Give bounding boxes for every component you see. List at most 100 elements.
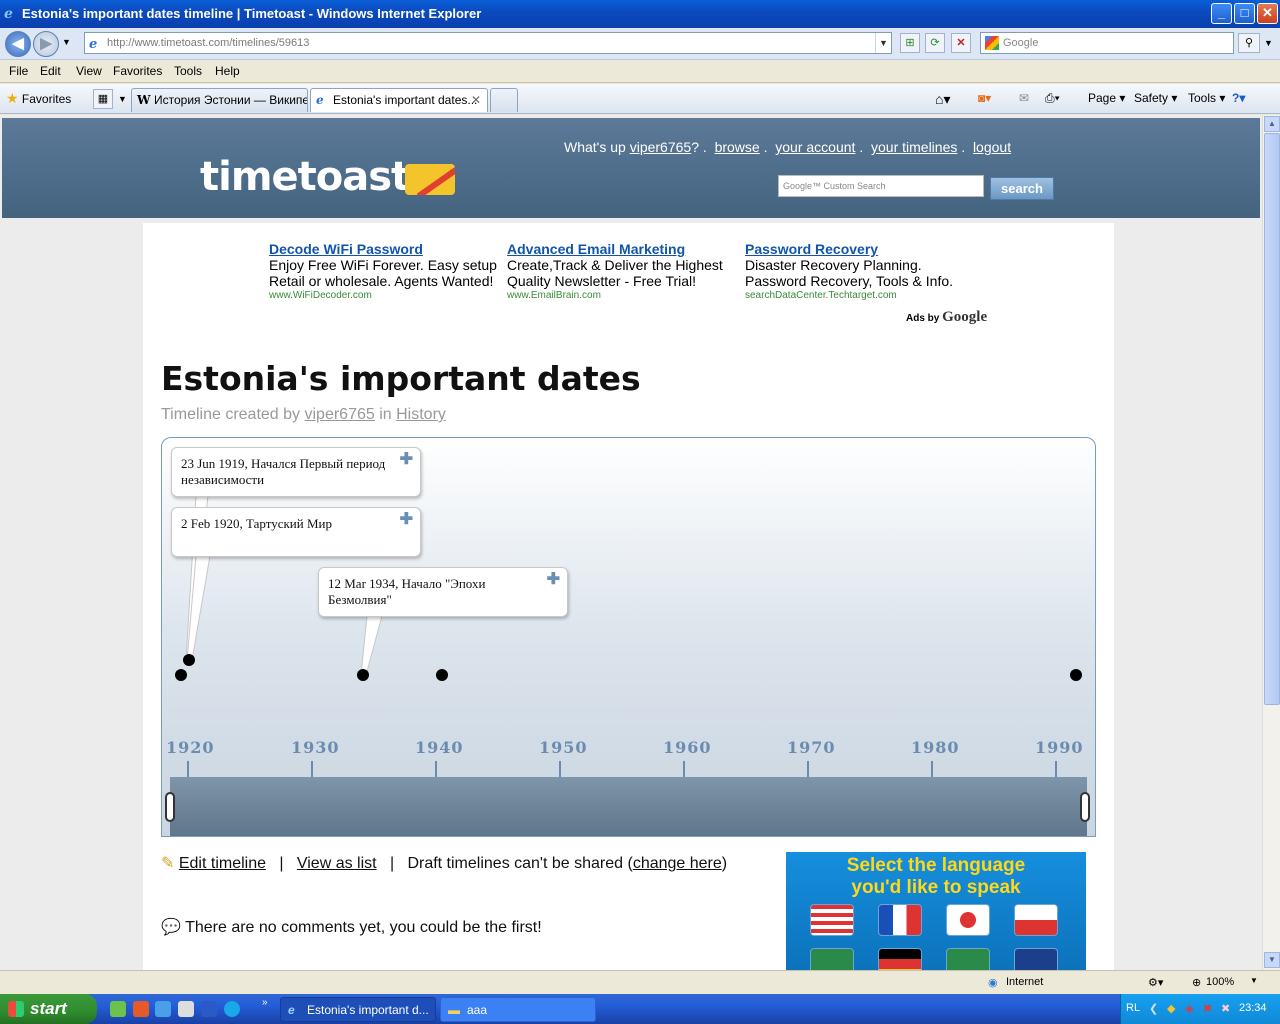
compatibility-icon[interactable]: ⊞ <box>900 33 920 53</box>
quicklaunch-word-icon[interactable] <box>201 1001 217 1017</box>
expand-icon[interactable]: ✚ <box>400 512 413 528</box>
vertical-scrollbar[interactable]: ▲ ▼ <box>1262 115 1280 970</box>
language-indicator[interactable]: RL <box>1126 1002 1140 1014</box>
page-menu[interactable]: Page ▾ <box>1088 91 1125 105</box>
maximize-button[interactable]: □ <box>1234 3 1255 24</box>
edit-timeline-link[interactable]: Edit timeline <box>179 855 266 872</box>
quicklaunch-media-icon[interactable] <box>178 1001 194 1017</box>
tray-sound-icon[interactable]: ✖ <box>1221 1002 1230 1015</box>
menu-tools[interactable]: Tools <box>174 64 202 78</box>
us-flag-icon <box>810 904 854 936</box>
quick-tabs-icon[interactable]: ▦ <box>93 89 113 109</box>
event-bubble[interactable]: 23 Jun 1919, Начался Первый период незав… <box>171 447 421 497</box>
language-ad[interactable]: Select the language you'd like to speak <box>786 852 1086 970</box>
search-icon[interactable]: ⚲ <box>1238 33 1260 53</box>
range-end-handle[interactable] <box>1080 792 1090 822</box>
back-button[interactable]: ◀ <box>5 31 31 57</box>
quicklaunch-skype-icon[interactable] <box>224 1001 240 1017</box>
quicklaunch-app-icon[interactable] <box>110 1001 126 1017</box>
range-start-handle[interactable] <box>165 792 175 822</box>
protected-mode-icon[interactable]: ⚙▾ <box>1148 976 1163 989</box>
ad-title[interactable]: Decode WiFi Password <box>269 241 499 257</box>
timetoast-logo[interactable]: timetoast <box>200 154 410 200</box>
zoom-dropdown-icon[interactable]: ▼ <box>1250 976 1258 985</box>
menu-view[interactable]: View <box>76 64 102 78</box>
zoom-icon[interactable]: ⊕ <box>1192 976 1201 989</box>
taskbar-item-ie[interactable]: e Estonia's important d... <box>280 997 436 1022</box>
browse-link[interactable]: browse <box>715 139 760 155</box>
ads-by-google[interactable]: Ads by Google <box>906 309 987 326</box>
menu-help[interactable]: Help <box>215 64 240 78</box>
refresh-icon[interactable]: ⟳ <box>925 33 945 53</box>
help-icon[interactable]: ?▾ <box>1232 91 1245 105</box>
event-dot[interactable] <box>175 669 187 681</box>
logout-link[interactable]: logout <box>973 139 1011 155</box>
view-as-list-link[interactable]: View as list <box>297 855 377 872</box>
new-tab-button[interactable] <box>490 88 518 112</box>
quicklaunch-app-icon[interactable] <box>133 1001 149 1017</box>
scroll-down-icon[interactable]: ▼ <box>1264 952 1280 968</box>
zoom-level[interactable]: 100% <box>1206 976 1234 988</box>
tab-wikipedia[interactable]: W История Эстонии — Википе... <box>131 88 308 112</box>
search-button[interactable]: search <box>990 177 1054 200</box>
ad-url[interactable]: www.WiFiDecoder.com <box>269 289 499 303</box>
username-link[interactable]: viper6765 <box>630 139 692 155</box>
tab-list-icon[interactable]: ▼ <box>118 94 127 104</box>
minimize-button[interactable]: _ <box>1211 3 1232 24</box>
forward-button[interactable]: ▶ <box>33 31 59 57</box>
start-button[interactable]: start <box>0 994 97 1024</box>
mail-icon[interactable]: ✉ <box>1019 91 1029 105</box>
stop-icon[interactable]: ✕ <box>951 33 971 53</box>
ad-wifi[interactable]: Decode WiFi Password Enjoy Free WiFi For… <box>269 241 499 303</box>
tray-app-icon[interactable]: ◆ <box>1167 1002 1175 1015</box>
your-account-link[interactable]: your account <box>775 139 855 155</box>
search-options-icon[interactable]: ▼ <box>1264 38 1273 48</box>
event-dot[interactable] <box>1070 669 1082 681</box>
menu-favorites[interactable]: Favorites <box>113 64 162 78</box>
menu-file[interactable]: File <box>9 64 28 78</box>
your-timelines-link[interactable]: your timelines <box>871 139 957 155</box>
safety-menu[interactable]: Safety ▾ <box>1134 91 1177 105</box>
favorites-button[interactable]: ★ Favorites <box>6 90 71 107</box>
ad-title[interactable]: Advanced Email Marketing <box>507 241 737 257</box>
feeds-icon[interactable]: ◙▾ <box>978 91 991 105</box>
tab-close-icon[interactable]: ✕ <box>471 89 481 111</box>
home-icon[interactable]: ⌂▾ <box>935 91 950 108</box>
event-dot[interactable] <box>436 669 448 681</box>
tray-shield-icon[interactable]: ◈ <box>1185 1002 1193 1015</box>
quicklaunch-ie-icon[interactable] <box>155 1001 171 1017</box>
timeline-navigator[interactable] <box>170 777 1087 836</box>
timeline-viewer[interactable]: 23 Jun 1919, Начался Первый период незав… <box>161 437 1096 837</box>
tray-expand-icon[interactable]: ❮ <box>1149 1002 1158 1015</box>
event-dot[interactable] <box>357 669 369 681</box>
author-link[interactable]: viper6765 <box>304 406 374 423</box>
custom-search-input[interactable]: Google™ Custom Search <box>778 175 984 197</box>
event-bubble[interactable]: 12 Mar 1934, Начало "Эпохи Безмолвия" ✚ <box>318 567 568 617</box>
ads-by-label: Ads by <box>906 313 940 324</box>
ad-url[interactable]: www.EmailBrain.com <box>507 289 737 303</box>
address-dropdown-icon[interactable]: ▼ <box>875 33 891 53</box>
menu-edit[interactable]: Edit <box>40 64 61 78</box>
tools-menu[interactable]: Tools ▾ <box>1188 91 1225 105</box>
ad-email[interactable]: Advanced Email Marketing Create,Track & … <box>507 241 737 303</box>
tray-network-icon[interactable]: ✖ <box>1203 1002 1212 1015</box>
change-here-link[interactable]: change here <box>633 855 722 872</box>
close-button[interactable]: ✕ <box>1257 3 1278 24</box>
tab-timetoast[interactable]: e Estonia's important dates... ✕ <box>310 88 488 112</box>
quicklaunch-more-icon[interactable]: » <box>262 997 268 1008</box>
ad-title[interactable]: Password Recovery <box>745 241 975 257</box>
event-bubble[interactable]: 2 Feb 1920, Тартуский Мир ✚ <box>171 507 421 557</box>
search-field[interactable]: Google <box>980 32 1234 54</box>
expand-icon[interactable]: ✚ <box>547 572 560 588</box>
expand-icon[interactable]: ✚ <box>400 452 413 468</box>
category-link[interactable]: History <box>396 406 446 423</box>
scroll-thumb[interactable] <box>1264 133 1280 705</box>
print-icon[interactable]: ⎙▾ <box>1045 91 1060 106</box>
scroll-up-icon[interactable]: ▲ <box>1264 116 1280 132</box>
recent-pages-dropdown-icon[interactable]: ▼ <box>62 37 71 47</box>
taskbar-item-folder[interactable]: ▬ aaa <box>440 997 596 1022</box>
event-dot[interactable] <box>183 654 195 666</box>
ad-password[interactable]: Password Recovery Disaster Recovery Plan… <box>745 241 975 303</box>
address-field[interactable]: e http://www.timetoast.com/timelines/596… <box>84 32 892 54</box>
ad-url[interactable]: searchDataCenter.Techtarget.com <box>745 289 975 303</box>
